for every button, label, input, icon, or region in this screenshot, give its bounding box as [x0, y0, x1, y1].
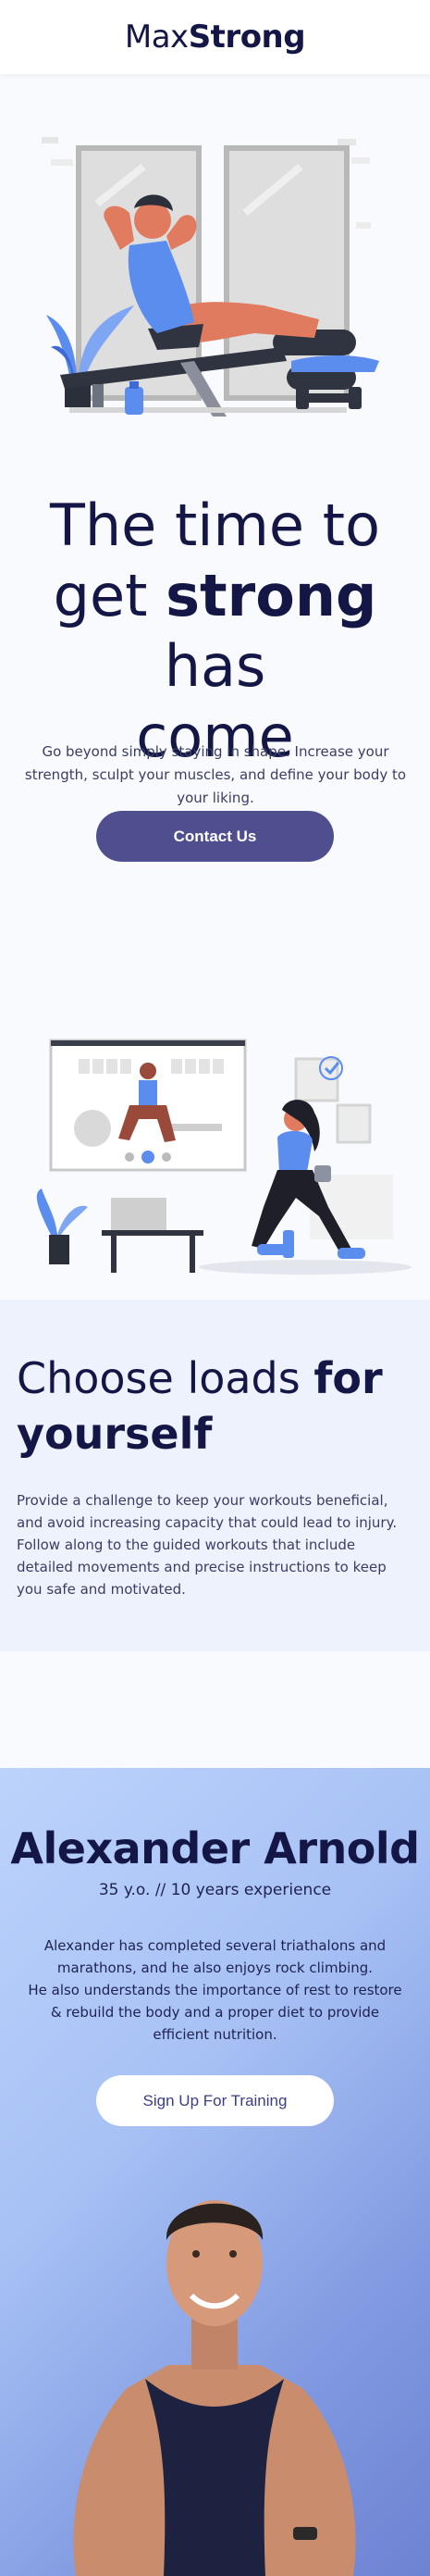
hero-title-has: has	[164, 632, 266, 700]
sign-up-for-training-button[interactable]: Sign Up For Training	[96, 2075, 334, 2126]
logo-light-text: Max	[124, 19, 189, 56]
site-header: MaxStrong	[0, 0, 430, 74]
hero-title-strong: strong	[166, 562, 377, 629]
trainer-bio-line-1: Alexander has completed several triathal…	[43, 1937, 387, 1976]
choose-loads-paragraph-1: Provide a challenge to keep your workout…	[17, 1492, 398, 1531]
hero-title-get: get	[53, 562, 166, 629]
logo[interactable]: MaxStrong	[124, 19, 306, 56]
choose-loads-title-regular: Choose loads	[17, 1353, 314, 1403]
hero-title: The time to get strong has come	[0, 491, 430, 772]
hero-section: The time to get strong has come Go beyon…	[0, 74, 430, 929]
trainer-bio-line-2: He also understands the importance of re…	[28, 1982, 402, 2043]
choose-loads-paragraph-2: Follow along to the guided workouts that…	[17, 1537, 387, 1598]
hero-description: Go beyond simply staying in shape. Incre…	[24, 743, 407, 806]
choose-loads-title: Choose loads for yourself	[17, 1350, 414, 1462]
page: MaxStrong The time to get strong has com…	[0, 0, 430, 2576]
trainer-subtitle: 35 y.o. // 10 years experience	[98, 1881, 332, 1899]
hero-title-line1: The time to	[49, 492, 381, 559]
trainer-section: Alexander Arnold 35 y.o. // 10 years exp…	[0, 1768, 430, 2576]
bench-workout-illustration	[42, 137, 379, 417]
trainer-name: Alexander Arnold	[10, 1823, 420, 1873]
home-workout-illustration-wrap	[0, 929, 430, 1300]
contact-us-button[interactable]: Contact Us	[96, 811, 334, 862]
trainer-photo	[73, 2200, 356, 2576]
choose-loads-description: Provide a challenge to keep your workout…	[17, 1489, 414, 1600]
trainer-bio: Alexander has completed several triathal…	[24, 1935, 406, 2046]
choose-loads-section: Choose loads for yourself Provide a chal…	[0, 1300, 430, 1651]
home-workout-illustration	[36, 1039, 412, 1275]
logo-bold-text: Strong	[188, 19, 306, 56]
